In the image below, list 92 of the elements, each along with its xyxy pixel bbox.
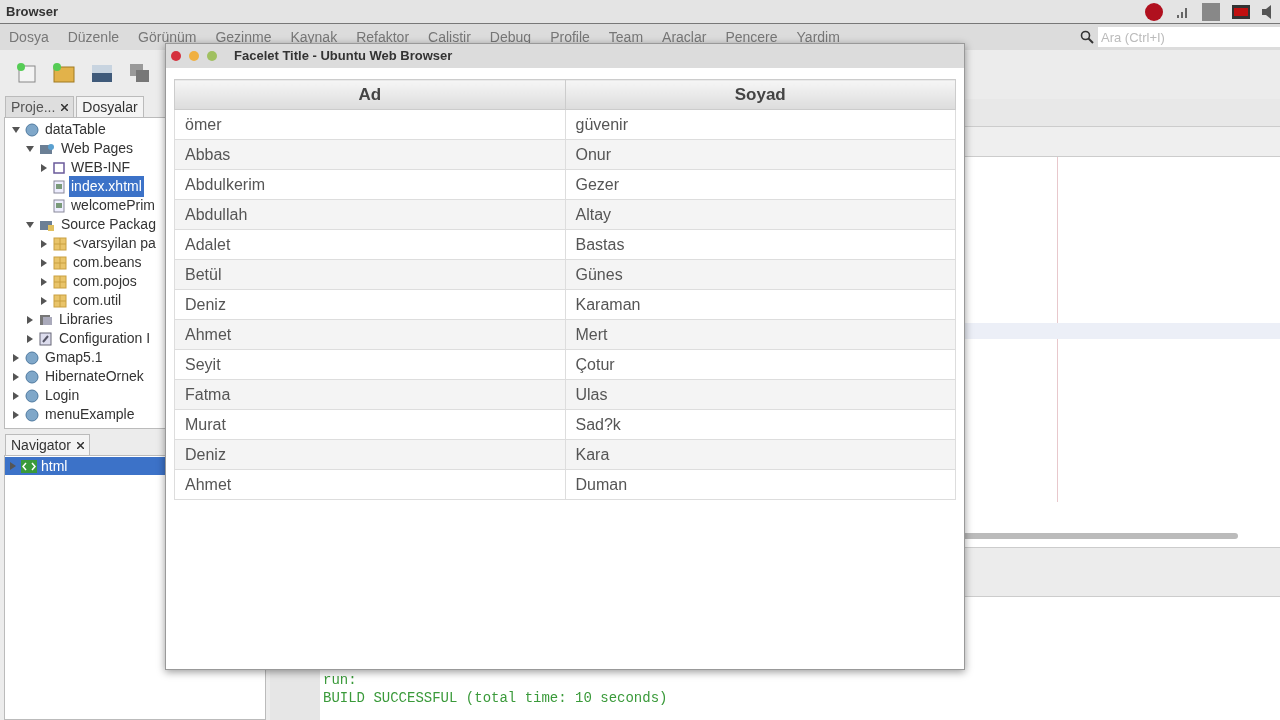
expand-arrow-icon[interactable] (12, 410, 20, 419)
folder-icon (53, 161, 65, 174)
expand-arrow-icon[interactable] (12, 372, 20, 381)
tree-item[interactable]: index.xhtml (69, 176, 144, 197)
table-cell: Ahmet (174, 319, 565, 350)
table-cell: Sad?k (565, 409, 956, 440)
tree-item[interactable]: com.beans (71, 252, 144, 273)
web-folder-icon (39, 141, 55, 156)
library-icon (39, 312, 53, 327)
package-icon (53, 255, 67, 270)
tree-item[interactable]: HibernateOrnek (43, 366, 146, 387)
tree-item[interactable]: Source Packag (59, 214, 158, 235)
search-field[interactable]: Ara (Ctrl+I) (1098, 27, 1280, 47)
table-cell: Ulas (565, 379, 956, 410)
close-icon[interactable] (76, 441, 84, 449)
config-icon (39, 331, 53, 346)
table-cell: Onur (565, 139, 956, 170)
output-line: BUILD SUCCESSFUL (total time: 10 seconds) (323, 689, 668, 707)
globe-icon (25, 369, 39, 384)
tree-item[interactable]: Login (43, 385, 82, 406)
expand-arrow-icon[interactable] (12, 353, 20, 362)
battery-icon[interactable] (1232, 4, 1250, 19)
table-cell: Bastas (565, 229, 956, 260)
search-icon (1080, 30, 1094, 44)
table-cell: Duman (565, 469, 956, 500)
table-cell: Seyit (174, 349, 565, 380)
collapse-arrow-icon[interactable] (12, 125, 20, 134)
stacked-windows-icon[interactable] (128, 61, 152, 84)
table-cell: Abbas (174, 139, 565, 170)
table-cell: Gezer (565, 169, 956, 200)
tree-item[interactable]: menuExample (43, 404, 137, 425)
volume-icon[interactable] (1262, 4, 1274, 19)
package-icon (53, 293, 67, 308)
expand-arrow-icon[interactable] (40, 258, 48, 267)
table-cell: Adalet (174, 229, 565, 260)
table-cell: Kara (565, 439, 956, 470)
panel-tab[interactable]: Proje... (5, 96, 75, 117)
table-cell: Murat (174, 409, 565, 440)
tree-item[interactable]: Libraries (57, 309, 115, 330)
expand-arrow-icon[interactable] (26, 334, 34, 343)
collapse-arrow-icon[interactable] (26, 220, 34, 229)
table-cell: Betül (174, 259, 565, 290)
tree-item[interactable]: welcomePrim (69, 195, 157, 216)
expand-arrow-icon[interactable] (40, 163, 48, 172)
table-cell: Altay (565, 199, 956, 230)
tree-item[interactable]: com.util (71, 290, 124, 311)
navigator-item[interactable]: html (41, 455, 68, 477)
tree-item[interactable]: <varsyilan pa (71, 233, 158, 254)
table-cell: Fatma (174, 379, 565, 410)
table-cell: güvenir (565, 109, 956, 140)
expand-arrow-icon[interactable] (26, 315, 34, 324)
package-icon (53, 274, 67, 289)
html-tag-icon (21, 459, 37, 473)
panel-tab[interactable]: Dosyalar (76, 96, 144, 117)
table-cell: Karaman (565, 289, 956, 320)
browser-title: Facelet Title - Ubuntu Web Browser (234, 47, 453, 66)
table-cell: Mert (565, 319, 956, 350)
globe-icon (25, 350, 39, 365)
file-icon (53, 179, 65, 194)
tree-item[interactable]: Gmap5.1 (43, 347, 105, 368)
expand-arrow-icon[interactable] (40, 239, 48, 248)
table-cell: Günes (565, 259, 956, 290)
package-icon (53, 236, 67, 251)
collapse-arrow-icon[interactable] (26, 144, 34, 153)
tree-item[interactable]: Configuration I (57, 328, 153, 349)
tree-item[interactable]: WEB-INF (69, 157, 133, 178)
expand-arrow-icon[interactable] (12, 391, 20, 400)
column-header[interactable]: Ad (174, 79, 565, 110)
table-cell: Deniz (174, 289, 565, 320)
keyboard-layout-icon[interactable] (1202, 2, 1220, 21)
expand-arrow-icon[interactable] (40, 277, 48, 286)
tree-item[interactable]: dataTable (43, 119, 108, 140)
output-line: run: (323, 671, 358, 689)
file-icon (53, 198, 65, 213)
column-header[interactable]: Soyad (565, 79, 956, 110)
record-icon[interactable] (1144, 1, 1164, 22)
table-cell: Çotur (565, 349, 956, 380)
expand-arrow-icon[interactable] (40, 296, 48, 305)
window-title: Browser (6, 2, 59, 21)
tree-item[interactable]: Web Pages (59, 138, 136, 159)
panel-tab[interactable]: Navigator (5, 434, 90, 455)
table-cell: ömer (174, 109, 565, 140)
table-cell: Abdulkerim (174, 169, 565, 200)
table-cell: Ahmet (174, 469, 565, 500)
globe-icon (25, 388, 39, 403)
close-icon[interactable] (61, 103, 69, 111)
close-window-icon[interactable] (170, 50, 182, 62)
table-cell: Abdullah (174, 199, 565, 230)
globe-icon (25, 122, 39, 137)
globe-icon (25, 407, 39, 422)
tree-item[interactable]: com.pojos (71, 271, 139, 292)
table-cell: Deniz (174, 439, 565, 470)
